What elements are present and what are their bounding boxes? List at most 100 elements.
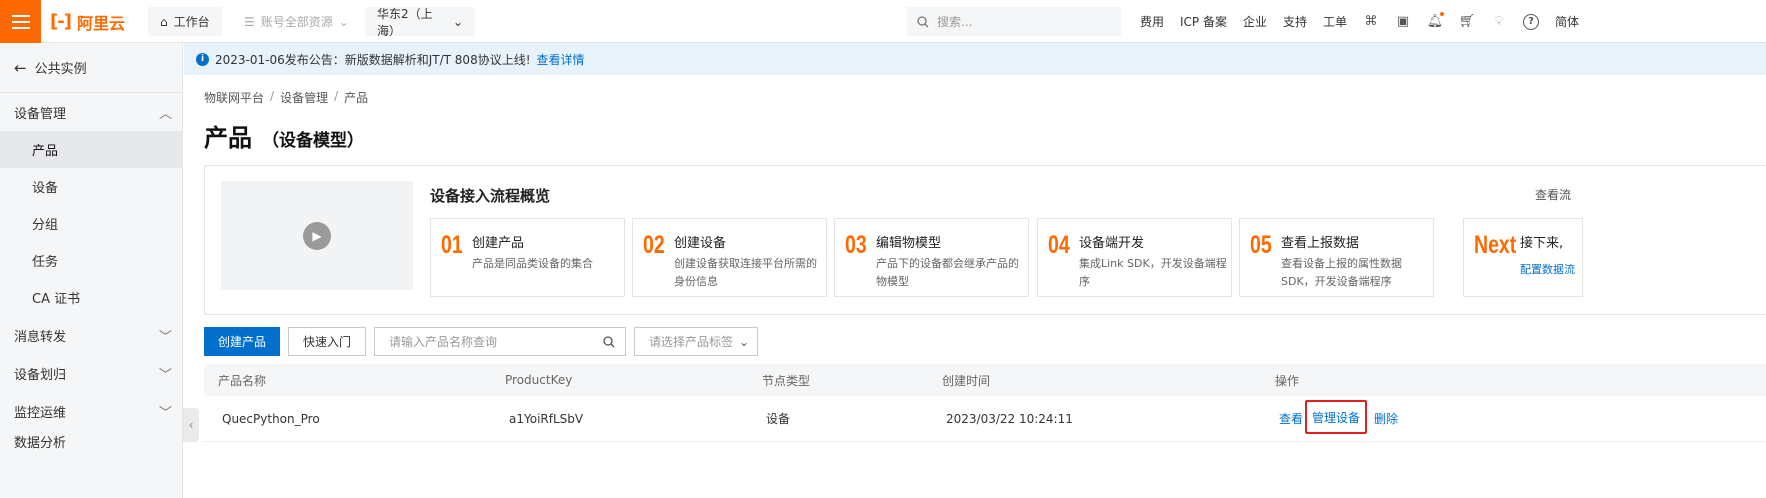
sidebar: ← 公共实例 设备管理 ︿ 产品 设备 分组 任务 CA 证书 消息转发 ﹀ 设… [0,43,183,498]
step-number: 05 [1250,231,1272,259]
step-name: 查看上报数据 [1281,236,1360,251]
sidebar-item-group[interactable]: 分组 [0,205,182,242]
chevron-down-icon: ⌄ [338,14,349,29]
page-subtitle: （设备模型） [262,131,364,151]
create-product-button[interactable]: 创建产品 [204,327,281,356]
flow-step-next[interactable]: Next 接下来, 配置数据流 [1463,218,1583,297]
flow-step-1[interactable]: 01 创建产品 产品是同品类设备的集合 [430,218,625,297]
link-ticket[interactable]: 工单 [1323,13,1347,30]
breadcrumb-device-management[interactable]: 设备管理 [280,89,328,106]
manage-devices-highlight: 管理设备 [1305,400,1367,434]
region-selector[interactable]: 华东2（上海） ⌄ [365,6,475,38]
search-icon[interactable] [603,335,615,348]
step-number: 02 [643,231,665,259]
step-name: 编辑物模型 [876,236,942,251]
workbench-label: 工作台 [173,15,210,29]
product-toolbar: 创建产品 快速入门 请输入产品名称查询 请选择产品标签 ⌄ [204,327,759,356]
step-number: 04 [1048,231,1070,259]
global-search-input[interactable]: 搜索... [907,7,1121,36]
sidebar-item-device[interactable]: 设备 [0,168,182,205]
workbench-button[interactable]: ⌂ 工作台 [148,7,222,36]
link-icp[interactable]: ICP 备案 [1180,13,1227,30]
cart-icon[interactable]: 🛒︎ [1459,14,1476,30]
home-icon: ⌂ [160,14,168,29]
link-billing[interactable]: 费用 [1140,13,1164,30]
flow-step-2[interactable]: 02 创建设备 创建设备获取连接平台所需的身份信息 [632,218,827,297]
code-icon[interactable]: ⌘ [1363,14,1379,30]
step-number: 01 [441,231,463,259]
region-label: 华东2（上海） [377,6,433,38]
logo-text: 阿里云 [76,13,125,33]
search-icon [917,15,929,27]
aliyun-logo[interactable]: [-] 阿里云 [50,0,125,43]
link-support[interactable]: 支持 [1283,13,1307,30]
resource-selector[interactable]: ☰ 账号全部资源 ⌄ [232,7,361,36]
group-label: 监控运维 [14,405,67,421]
page-title-text: 产品 [204,124,252,152]
chevron-down-icon: ﹀ [158,329,172,345]
breadcrumb: 物联网平台 / 设备管理 / 产品 [204,89,368,106]
header-product-name: 产品名称 [218,373,267,388]
chevron-down-icon: ⌄ [738,334,750,349]
header-created-time: 创建时间 [942,373,991,388]
link-enterprise[interactable]: 企业 [1243,13,1267,30]
sidebar-group-device-assignment[interactable]: 设备划归 ﹀ [0,354,182,392]
language-switch[interactable]: 简体 [1555,13,1579,30]
chevron-up-icon: ︿ [158,106,172,122]
item-label: CA 证书 [32,292,81,307]
sidebar-group-device-management[interactable]: 设备管理 ︿ [0,93,182,131]
sidebar-item-task[interactable]: 任务 [0,242,182,279]
help-icon[interactable]: ? [1523,13,1540,30]
flow-step-5[interactable]: 05 查看上报数据 查看设备上报的属性数据 SDK，开发设备端程序 [1239,218,1434,297]
sidebar-collapse-handle[interactable]: ‹ [183,408,199,442]
breadcrumb-separator: / [270,89,275,103]
flow-step-3[interactable]: 03 编辑物模型 产品下的设备都会继承产品的物模型 [834,218,1029,297]
intro-video[interactable]: ▶ [221,181,413,290]
breadcrumb-iot-platform[interactable]: 物联网平台 [204,89,264,106]
table-header: 产品名称 ProductKey 节点类型 创建时间 操作 [204,364,1766,396]
product-table: 产品名称 ProductKey 节点类型 创建时间 操作 QuecPython_… [204,364,1766,442]
flow-step-4[interactable]: 04 设备端开发 集成Link SDK，开发设备端程序 [1037,218,1232,297]
access-flow-overview: ▶ 设备接入流程概览 查看流 01 创建产品 产品是同品类设备的集合 02 创建… [204,165,1766,315]
header-actions: 操作 [1275,373,1300,388]
created-time: 2023/03/22 10:24:11 [946,411,1073,426]
view-link[interactable]: 查看 [1279,410,1303,427]
terminal-icon[interactable]: ▣ [1395,14,1411,30]
view-details-link[interactable]: 查看详情 [537,51,585,68]
product-tag-select[interactable]: 请选择产品标签 ⌄ [634,327,759,356]
search-placeholder: 请输入产品名称查询 [389,335,498,349]
step-name: 接下来, [1520,236,1564,251]
delete-link[interactable]: 删除 [1374,410,1398,427]
node-type: 设备 [766,412,791,426]
sidebar-item-product[interactable]: 产品 [0,131,182,168]
breadcrumb-product: 产品 [344,91,369,105]
menu-icon[interactable] [0,0,41,43]
step-number: 03 [845,231,867,259]
chevron-down-icon: ⌄ [452,14,463,29]
list-icon: ☰ [244,14,255,29]
chevron-left-icon: ‹ [188,418,194,432]
top-navigation-bar: [-] 阿里云 ⌂ 工作台 ☰ 账号全部资源 ⌄ 华东2（上海） ⌄ 搜索...… [0,0,1766,43]
sidebar-group-data-analysis[interactable]: 数据分析 [0,430,182,450]
flow-title: 设备接入流程概览 [430,187,551,205]
bell-icon[interactable]: 🔔︎ [1427,11,1445,30]
announcement-text: 2023-01-06发布公告：新版数据解析和JT/T 808协议上线! [215,52,531,67]
product-search-input[interactable]: 请输入产品名称查询 [374,327,627,356]
resource-label: 账号全部资源 [260,15,333,29]
quick-start-button[interactable]: 快速入门 [288,327,367,356]
lightbulb-icon[interactable]: 💡︎ [1491,14,1507,30]
back-to-instance[interactable]: ← 公共实例 [0,43,182,93]
product-key: a1YoiRfLSbV [509,411,584,426]
step-number: Next [1474,231,1517,259]
sidebar-group-monitoring[interactable]: 监控运维 ﹀ [0,392,182,430]
manage-devices-link[interactable]: 管理设备 [1312,409,1360,426]
sidebar-group-message-forwarding[interactable]: 消息转发 ﹀ [0,316,182,354]
sidebar-item-ca-cert[interactable]: CA 证书 [0,279,182,316]
configure-dataflow-link[interactable]: 配置数据流 [1520,261,1575,277]
info-icon: i [196,52,209,66]
select-placeholder: 请选择产品标签 [649,335,734,349]
play-icon[interactable]: ▶ [303,221,331,250]
announcement-banner: i 2023-01-06发布公告：新版数据解析和JT/T 808协议上线! 查看… [184,43,1766,75]
flow-more-link[interactable]: 查看流 [1535,186,1571,203]
topbar-links: 费用 ICP 备案 企业 支持 工单 ⌘ ▣ 🔔︎ 🛒︎ 💡︎ ? 简体 [1140,0,1595,43]
